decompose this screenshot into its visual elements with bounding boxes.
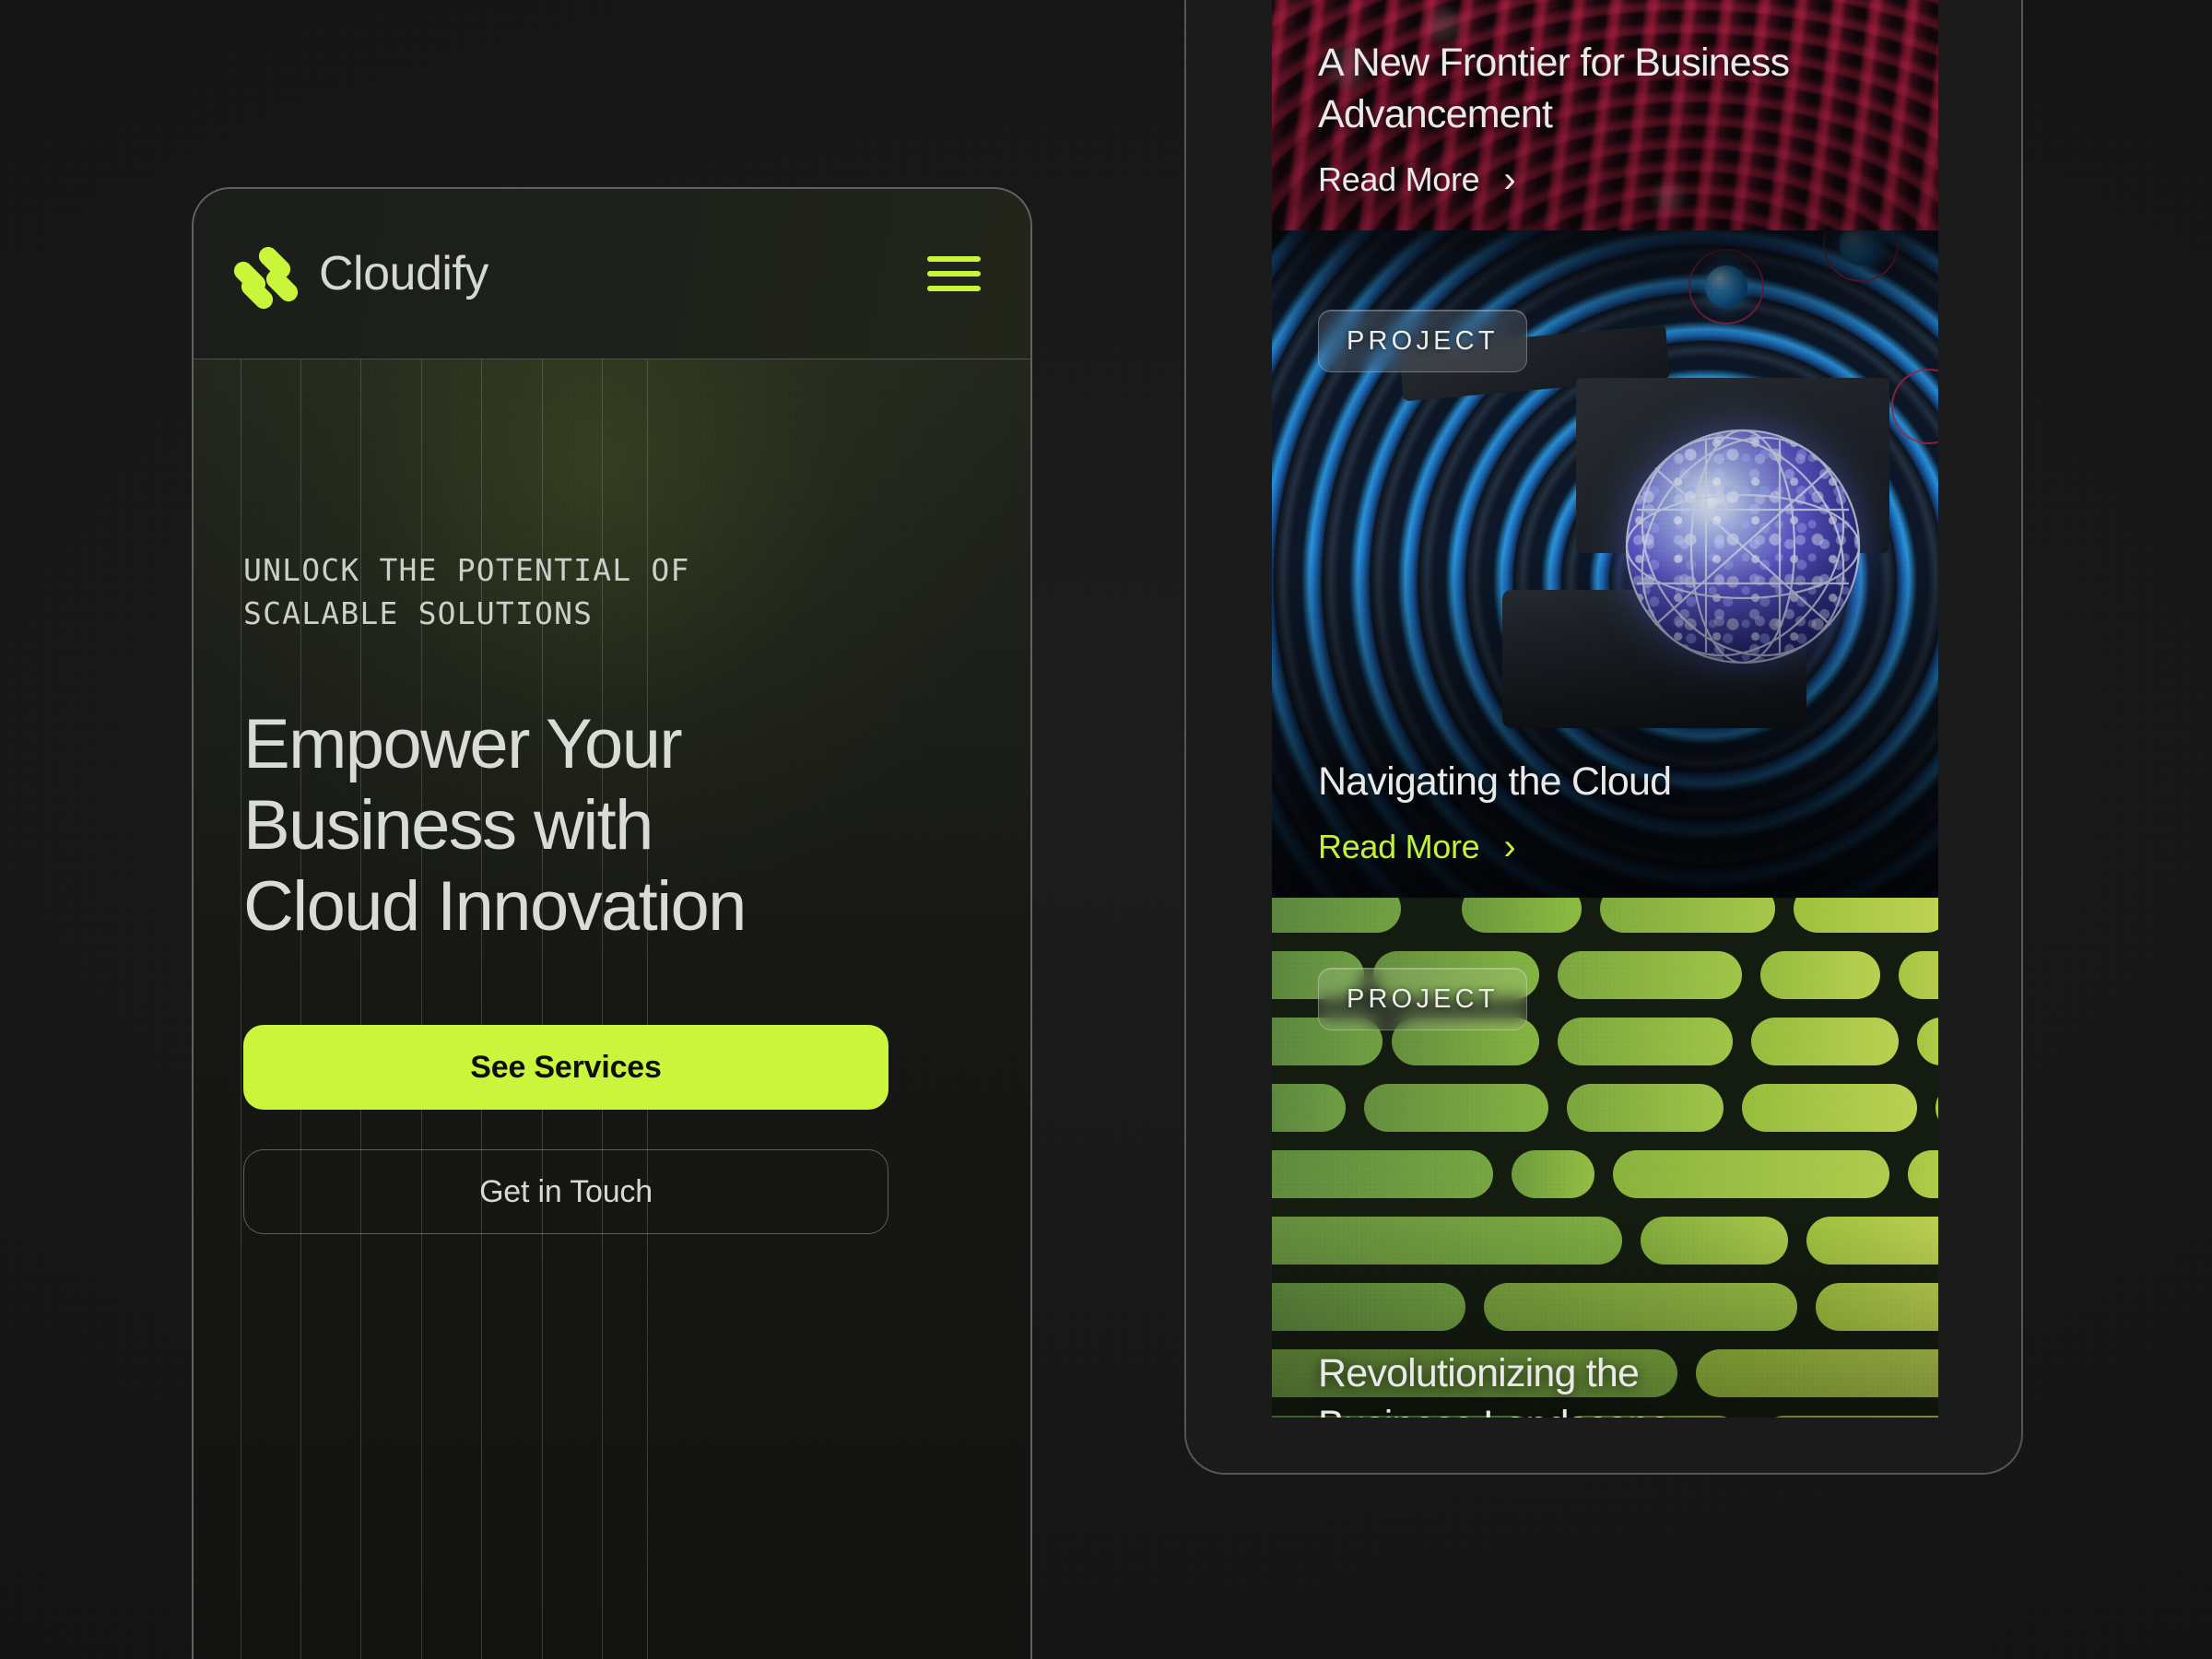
card-revolutionizing-title: Revolutionizing the Business Landscape [1318,1351,1671,1418]
brand-name: Cloudify [319,247,488,300]
hero-section: UNLOCK THE POTENTIAL OF SCALABLE SOLUTIO… [194,359,1030,1659]
card-revolutionizing[interactable]: PROJECT Revolutionizing the Business Lan… [1272,898,1938,1418]
chevron-right-icon: › [1503,159,1516,200]
hero-title: Empower Your Business with Cloud Innovat… [243,705,747,946]
card-revolutionizing-overlay: Revolutionizing the Business Landscape [1272,1347,1938,1418]
chevron-right-icon: › [1503,827,1516,867]
hamburger-menu-icon[interactable] [927,253,981,295]
card-frontier[interactable]: A New Frontier for Business Advancement … [1272,0,1938,230]
card-navigating-title: Navigating the Cloud [1318,759,1672,804]
cards-scroll-list[interactable]: A New Frontier for Business Advancement … [1272,0,1938,1418]
card-revolutionizing-project-badge: PROJECT [1318,968,1527,1030]
left-phone-mockup: Cloudify UNLOCK THE POTENTIAL OF SCALABL… [192,187,1032,1659]
get-in-touch-button[interactable]: Get in Touch [243,1149,888,1234]
card-frontier-read-more-label: Read More [1318,160,1480,198]
right-phone-screen: A New Frontier for Business Advancement … [1272,0,1938,1418]
card-navigating-read-more-label: Read More [1318,828,1480,865]
right-phone-mockup: A New Frontier for Business Advancement … [1184,0,2023,1475]
card-frontier-overlay: A New Frontier for Business Advancement … [1272,37,1938,230]
left-phone-screen: Cloudify UNLOCK THE POTENTIAL OF SCALABL… [194,189,1030,1659]
card-frontier-read-more-link[interactable]: Read More › [1318,159,1516,200]
card-frontier-title: A New Frontier for Business Advancement [1318,41,1790,136]
screenshot-stage: Cloudify UNLOCK THE POTENTIAL OF SCALABL… [0,0,2212,1659]
brand-logo[interactable]: Cloudify [229,242,488,313]
cloudify-dots-logo-icon [229,242,302,313]
card-navigating-read-more-link[interactable]: Read More › [1318,827,1516,867]
see-services-button[interactable]: See Services [243,1025,888,1110]
hero-content: UNLOCK THE POTENTIAL OF SCALABLE SOLUTIO… [194,359,1030,1234]
card-navigating-overlay: Navigating the Cloud Read More › [1272,756,1938,898]
card-navigating[interactable]: PROJECT Navigating the Cloud Read More › [1272,230,1938,898]
hero-eyebrow: UNLOCK THE POTENTIAL OF SCALABLE SOLUTIO… [243,552,690,631]
card-navigating-project-badge: PROJECT [1318,310,1527,372]
site-header: Cloudify [194,189,1030,359]
hero-cta-group: See Services Get in Touch [243,1025,888,1234]
